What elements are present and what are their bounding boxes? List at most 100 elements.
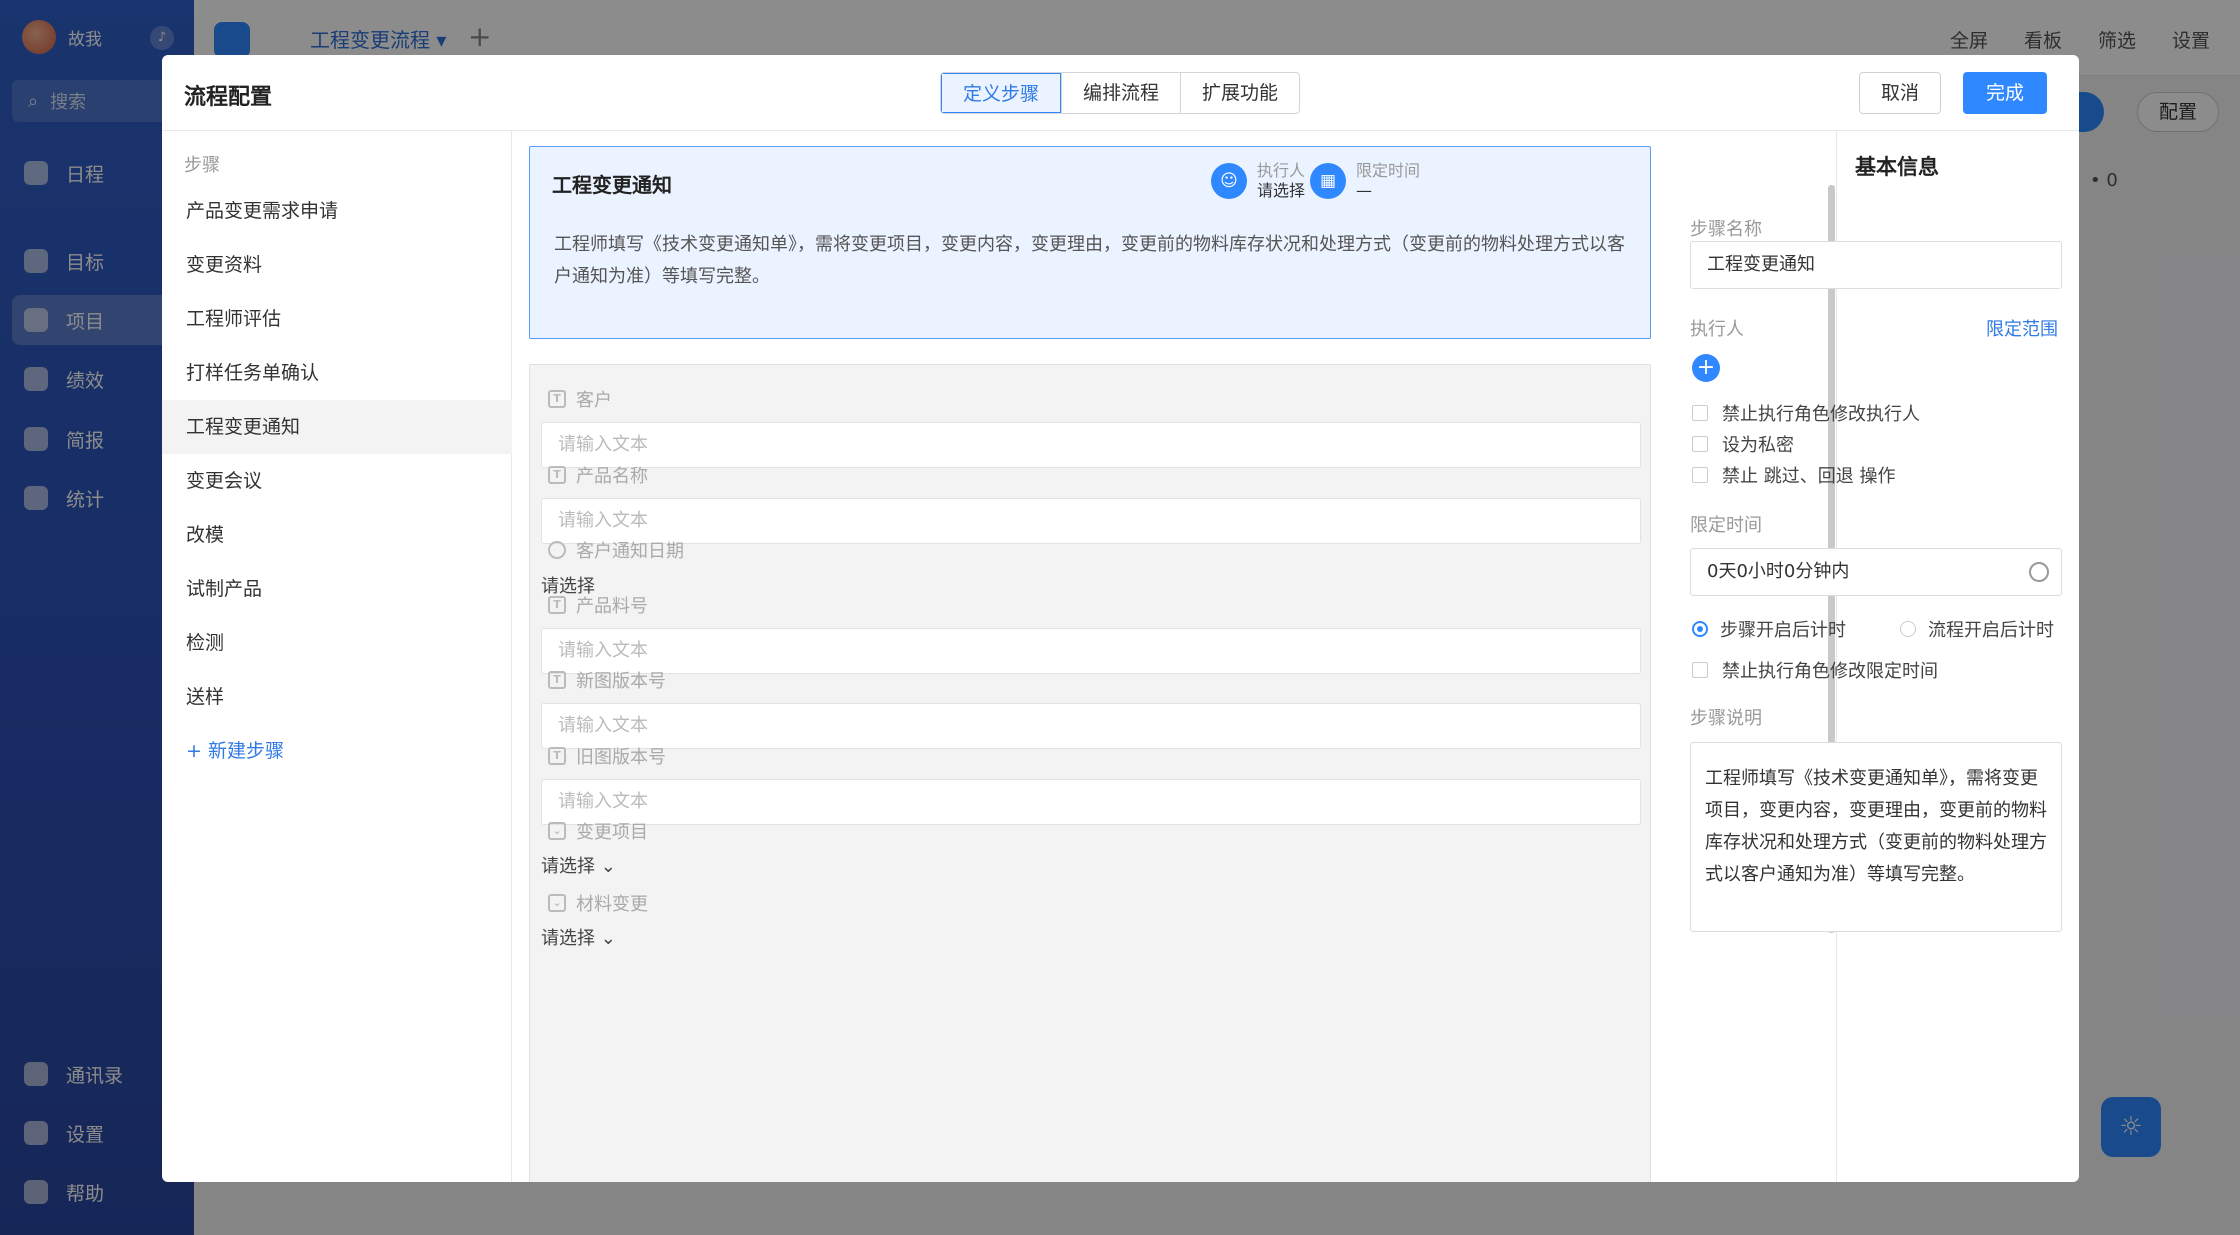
assignee-label: 执行人 bbox=[1257, 161, 1306, 180]
field-label: T 产品料号 bbox=[548, 592, 648, 618]
step-name-input[interactable]: 工程变更通知 bbox=[1690, 241, 2062, 289]
step-item-active[interactable]: 工程变更通知 bbox=[162, 400, 512, 454]
step-item[interactable]: 试制产品 bbox=[162, 562, 512, 616]
card-assignee[interactable]: ☺ 执行人 请选择 bbox=[1211, 161, 1305, 201]
field-label-text: 客户通知日期 bbox=[576, 541, 684, 562]
option-forbid-skip[interactable]: 禁止 跳过、回退 操作 bbox=[1692, 462, 1895, 488]
deadline-label: 限定时间 bbox=[1356, 161, 1421, 180]
tab-define-steps[interactable]: 定义步骤 bbox=[941, 73, 1062, 113]
dropdown-icon: ⌄ bbox=[548, 822, 566, 840]
steps-list: 产品变更需求申请 变更资料 工程师评估 打样任务单确认 工程变更通知 变更会议 … bbox=[162, 184, 512, 778]
field-label: T 新图版本号 bbox=[548, 667, 666, 693]
new-version-input[interactable]: 请输入文本 bbox=[541, 703, 1641, 749]
radio-label: 流程开启后计时 bbox=[1928, 620, 2054, 641]
assignee-value: 请选择 bbox=[1257, 181, 1306, 200]
description-label: 步骤说明 bbox=[1690, 708, 1762, 729]
time-limit-label: 限定时间 bbox=[1690, 515, 1762, 536]
timer-flow-start[interactable]: 流程开启后计时 bbox=[1900, 616, 2054, 642]
option-label: 禁止执行角色修改限定时间 bbox=[1722, 661, 1938, 682]
description-textarea[interactable]: 工程师填写《技术变更通知单》，需将变更项目，变更内容，变更理由，变更前的物料库存… bbox=[1690, 742, 2062, 932]
step-name-value: 工程变更通知 bbox=[1707, 254, 1815, 275]
step-item[interactable]: 变更会议 bbox=[162, 454, 512, 508]
clock-icon bbox=[2029, 562, 2049, 582]
field-label-text: 材料变更 bbox=[576, 894, 648, 915]
product-name-input[interactable]: 请输入文本 bbox=[541, 498, 1641, 544]
material-change-select[interactable]: 请选择 ⌄ bbox=[541, 924, 616, 950]
checkbox[interactable] bbox=[1692, 467, 1708, 483]
step-card-title: 工程变更通知 bbox=[552, 173, 672, 197]
field-label-text: 产品料号 bbox=[576, 596, 648, 617]
add-assignee-button[interactable]: + bbox=[1692, 354, 1720, 382]
step-name-label: 步骤名称 bbox=[1690, 219, 1762, 240]
select-placeholder: 请选择 bbox=[541, 928, 595, 949]
field-label-text: 新图版本号 bbox=[576, 671, 666, 692]
cancel-button[interactable]: 取消 bbox=[1859, 72, 1941, 114]
tab-arrange-flow[interactable]: 编排流程 bbox=[1061, 73, 1180, 113]
step-item[interactable]: 产品变更需求申请 bbox=[162, 184, 512, 238]
radio[interactable] bbox=[1900, 621, 1916, 637]
step-item[interactable]: 工程师评估 bbox=[162, 292, 512, 346]
radio-selected[interactable] bbox=[1692, 621, 1708, 637]
dropdown-icon: ⌄ bbox=[548, 894, 566, 912]
checkbox[interactable] bbox=[1692, 405, 1708, 421]
calendar-icon: ▦ bbox=[1310, 163, 1346, 199]
clock-icon bbox=[548, 541, 566, 559]
form-fields: T 客户 请输入文本 T 产品名称 请输入文本 客户通知日期 请选择 T 产品料号 请… bbox=[529, 364, 1651, 1182]
step-editor: 工程变更通知 ☺ 执行人 请选择 ▦ 限定时间 — 工程师填写《技术变更通知单》… bbox=[512, 131, 1832, 1182]
text-field-icon: T bbox=[548, 390, 566, 408]
field-label-text: 产品名称 bbox=[576, 466, 648, 487]
steps-panel: 步骤 产品变更需求申请 变更资料 工程师评估 打样任务单确认 工程变更通知 变更… bbox=[162, 131, 512, 1182]
tab-extensions[interactable]: 扩展功能 bbox=[1180, 73, 1299, 113]
option-label: 禁止执行角色修改执行人 bbox=[1722, 404, 1920, 425]
assignee-label: 执行人 bbox=[1690, 319, 1744, 340]
select-placeholder: 请选择 bbox=[541, 856, 595, 877]
field-label-text: 客户 bbox=[576, 390, 612, 411]
text-field-icon: T bbox=[548, 747, 566, 765]
step-item[interactable]: 变更资料 bbox=[162, 238, 512, 292]
chevron-down-icon: ⌄ bbox=[600, 856, 616, 877]
basic-info-title: 基本信息 bbox=[1855, 155, 1939, 179]
change-item-select[interactable]: 请选择 ⌄ bbox=[541, 852, 616, 878]
limit-scope-link[interactable]: 限定范围 bbox=[1986, 315, 2058, 341]
field-label: T 客户 bbox=[548, 386, 612, 412]
time-limit-input[interactable]: 0天0小时0分钟内 bbox=[1690, 548, 2062, 596]
step-item[interactable]: 改模 bbox=[162, 508, 512, 562]
time-limit-value: 0天0小时0分钟内 bbox=[1707, 561, 1850, 582]
modal-header: 流程配置 定义步骤 编排流程 扩展功能 取消 完成 bbox=[162, 55, 2079, 131]
new-step-button[interactable]: + 新建步骤 bbox=[162, 724, 512, 778]
done-button[interactable]: 完成 bbox=[1963, 72, 2047, 114]
radio-label: 步骤开启后计时 bbox=[1720, 620, 1846, 641]
steps-header: 步骤 bbox=[184, 155, 220, 176]
checkbox[interactable] bbox=[1692, 662, 1708, 678]
option-label: 禁止 跳过、回退 操作 bbox=[1722, 466, 1896, 487]
option-forbid-time-edit[interactable]: 禁止执行角色修改限定时间 bbox=[1692, 657, 1938, 683]
step-item[interactable]: 检测 bbox=[162, 616, 512, 670]
modal-title: 流程配置 bbox=[184, 85, 273, 110]
chevron-down-icon: ⌄ bbox=[600, 928, 616, 949]
deadline-value: — bbox=[1356, 181, 1372, 200]
field-label-text: 旧图版本号 bbox=[576, 747, 666, 768]
card-deadline[interactable]: ▦ 限定时间 — bbox=[1310, 161, 1420, 201]
user-icon: ☺ bbox=[1211, 163, 1247, 199]
step-card-description: 工程师填写《技术变更通知单》，需将变更项目，变更内容，变更理由，变更前的物料库存… bbox=[554, 234, 1625, 287]
step-card[interactable]: 工程变更通知 ☺ 执行人 请选择 ▦ 限定时间 — 工程师填写《技术变更通知单》… bbox=[529, 146, 1651, 339]
field-label: ⌄ 变更项目 bbox=[548, 818, 648, 844]
field-label: T 产品名称 bbox=[548, 462, 648, 488]
field-label: T 旧图版本号 bbox=[548, 743, 666, 769]
step-item[interactable]: 送样 bbox=[162, 670, 512, 724]
part-number-input[interactable]: 请输入文本 bbox=[541, 628, 1641, 674]
checkbox[interactable] bbox=[1692, 436, 1708, 452]
modal-tabs: 定义步骤 编排流程 扩展功能 bbox=[940, 72, 1301, 114]
step-item[interactable]: 打样任务单确认 bbox=[162, 346, 512, 400]
field-label: 客户通知日期 bbox=[548, 537, 684, 563]
text-field-icon: T bbox=[548, 671, 566, 689]
option-private[interactable]: 设为私密 bbox=[1692, 431, 1794, 457]
field-label: ⌄ 材料变更 bbox=[548, 890, 648, 916]
option-label: 设为私密 bbox=[1722, 435, 1794, 456]
text-field-icon: T bbox=[548, 596, 566, 614]
timer-step-start[interactable]: 步骤开启后计时 bbox=[1692, 616, 1846, 642]
option-forbid-change-assignee[interactable]: 禁止执行角色修改执行人 bbox=[1692, 400, 1920, 426]
customer-input[interactable]: 请输入文本 bbox=[541, 422, 1641, 468]
old-version-input[interactable]: 请输入文本 bbox=[541, 779, 1641, 825]
text-field-icon: T bbox=[548, 466, 566, 484]
